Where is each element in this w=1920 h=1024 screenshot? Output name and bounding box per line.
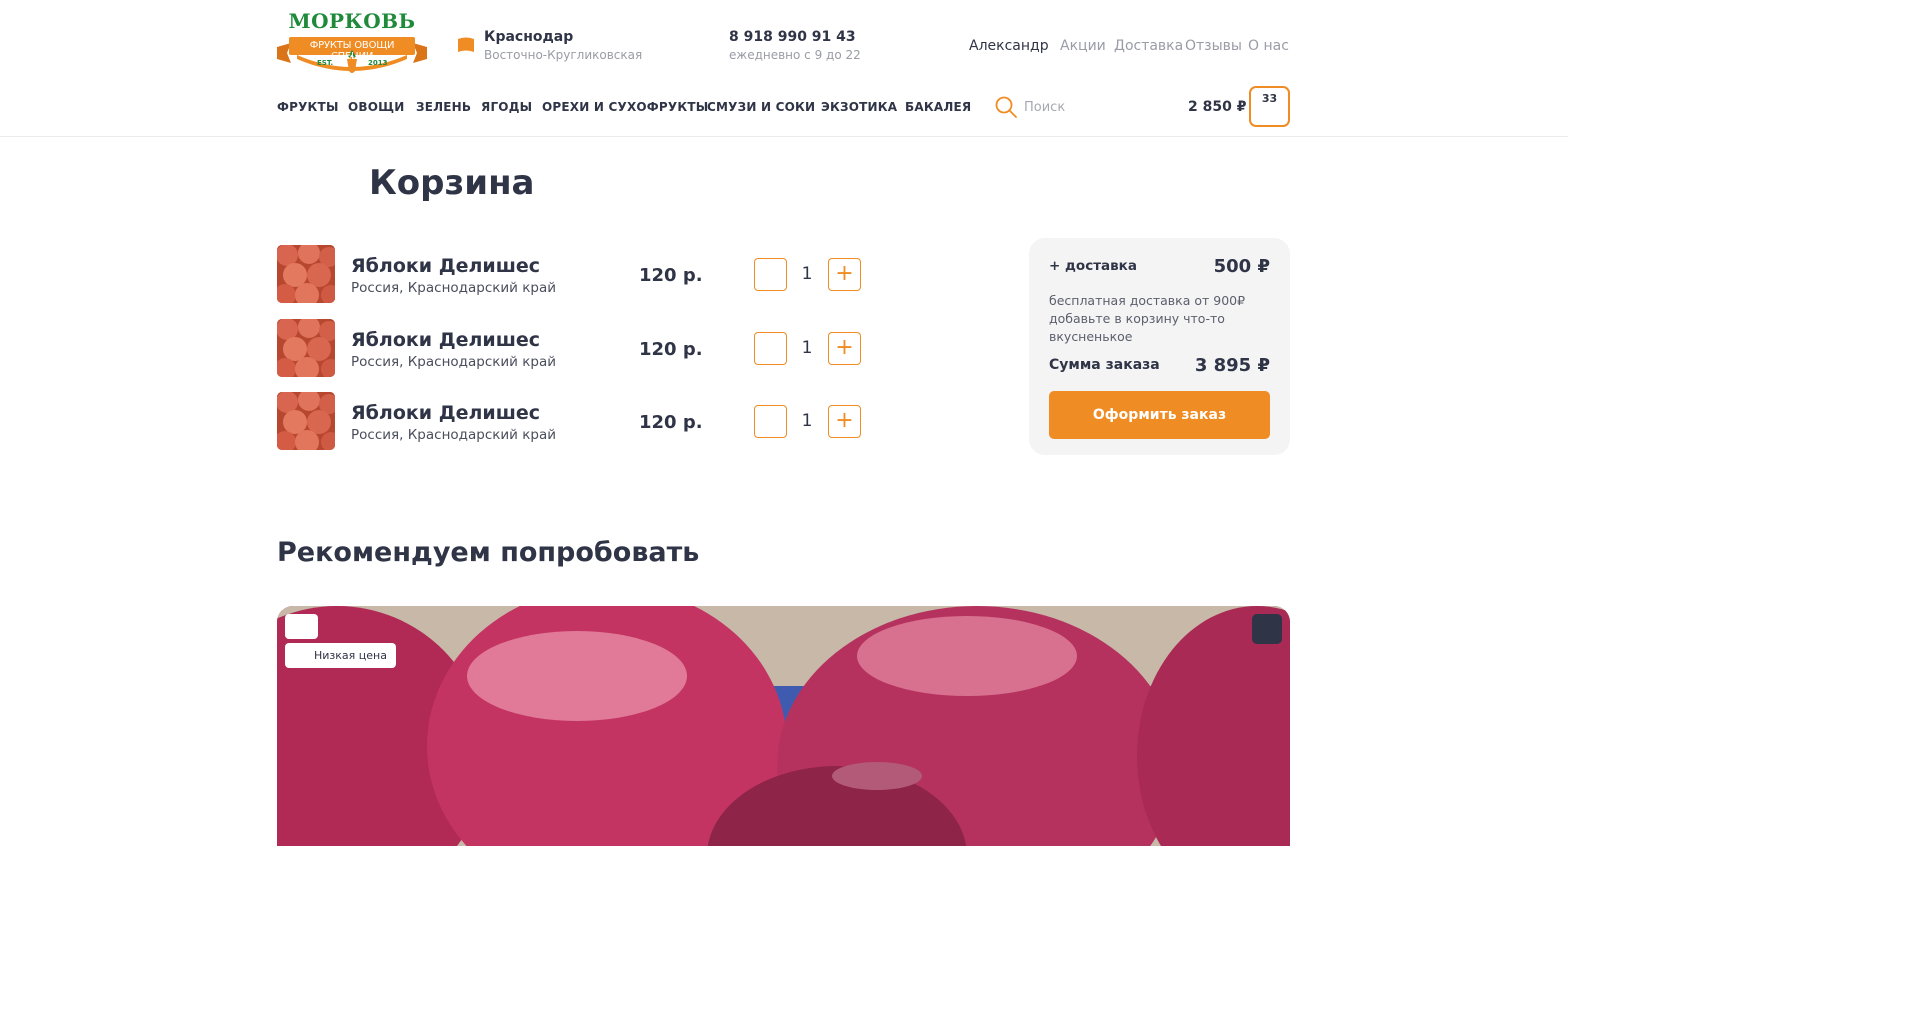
cart-total[interactable]: 2 850 ₽ xyxy=(1188,99,1246,115)
cart-button[interactable]: 33 xyxy=(1249,86,1290,127)
product-origin: Россия, Краснодарский край xyxy=(351,354,557,370)
nav-item-greens[interactable]: ЗЕЛЕНЬ xyxy=(416,100,471,114)
delivery-price: 500 ₽ xyxy=(1213,256,1270,277)
product-price: 120 р. xyxy=(639,265,703,286)
product-name[interactable]: Яблоки Делишес xyxy=(351,329,540,351)
product-photo xyxy=(277,606,1290,846)
nav-item-vegetables[interactable]: ОВОЩИ xyxy=(348,100,405,114)
quantity-value: 1 xyxy=(801,411,813,431)
product-tag-blank xyxy=(285,614,318,639)
logo-title: МОРКОВЬ xyxy=(288,9,416,33)
quantity-value: 1 xyxy=(801,264,813,284)
page-title: Корзина xyxy=(369,163,535,203)
city-name[interactable]: Краснодар xyxy=(484,29,573,45)
nav-item-fruits[interactable]: ФРУКТЫ xyxy=(277,100,339,114)
nav-item-nuts[interactable]: ОРЕХИ И СУХОФРУКТЫ xyxy=(542,100,708,114)
top-link-reviews[interactable]: Отзывы xyxy=(1185,38,1242,54)
logo-year: 2013 xyxy=(368,59,388,67)
product-origin: Россия, Краснодарский край xyxy=(351,280,557,296)
user-account-link[interactable]: Александр xyxy=(969,38,1049,54)
checkout-button[interactable]: Оформить заказ xyxy=(1049,391,1270,439)
product-image[interactable] xyxy=(277,319,335,377)
product-name[interactable]: Яблоки Делишес xyxy=(351,402,540,424)
product-price: 120 р. xyxy=(639,412,703,433)
nav-item-berries[interactable]: ЯГОДЫ xyxy=(481,100,532,114)
recommend-title: Рекомендуем попробовать xyxy=(277,537,700,568)
quantity-increase-button[interactable]: + xyxy=(828,258,861,291)
search-icon[interactable] xyxy=(994,95,1018,119)
delivery-label: + доставка xyxy=(1049,258,1137,274)
top-link-promotions[interactable]: Акции xyxy=(1060,38,1106,54)
quantity-increase-button[interactable]: + xyxy=(828,332,861,365)
cart-item: Яблоки Делишес Россия, Краснодарский кра… xyxy=(277,392,877,450)
product-price: 120 р. xyxy=(639,339,703,360)
favorite-button[interactable] xyxy=(1252,614,1282,644)
free-delivery-note: бесплатная доставка от 900₽ добавьте в к… xyxy=(1049,293,1246,344)
top-link-about[interactable]: О нас xyxy=(1248,38,1289,54)
city-area: Восточно-Кругликовская xyxy=(484,48,643,62)
nav-item-exotic[interactable]: ЭКЗОТИКА xyxy=(821,100,897,114)
site-header: МОРКОВЬ ФРУКТЫ ОВОЩИ СПЕЦИИ EST. 2013 Кр… xyxy=(0,0,1568,137)
order-summary: + доставка 500 ₽ бесплатная доставка от … xyxy=(1029,238,1290,455)
order-total-value: 3 895 ₽ xyxy=(1194,355,1270,376)
cart-count: 33 xyxy=(1261,92,1278,105)
quantity-increase-button[interactable]: + xyxy=(828,405,861,438)
nav-item-smoothies[interactable]: СМУЗИ И СОКИ xyxy=(707,100,815,114)
product-card[interactable]: Низкая цена xyxy=(277,606,1290,846)
location-icon xyxy=(458,37,474,52)
quantity-decrease-button[interactable] xyxy=(754,332,787,365)
logo-est: EST. xyxy=(317,59,334,67)
nav-item-grocery[interactable]: БАКАЛЕЯ xyxy=(905,100,971,114)
low-price-badge: Низкая цена xyxy=(285,643,396,668)
product-image[interactable] xyxy=(277,392,335,450)
quantity-decrease-button[interactable] xyxy=(754,405,787,438)
product-name[interactable]: Яблоки Делишес xyxy=(351,255,540,277)
quantity-decrease-button[interactable] xyxy=(754,258,787,291)
product-origin: Россия, Краснодарский край xyxy=(351,427,557,443)
search-input[interactable] xyxy=(1024,96,1164,118)
order-total-label: Сумма заказа xyxy=(1049,357,1160,373)
logo[interactable]: МОРКОВЬ ФРУКТЫ ОВОЩИ СПЕЦИИ EST. 2013 xyxy=(277,9,427,79)
working-hours: ежедневно с 9 до 22 xyxy=(729,48,861,62)
logo-ribbon-text: ФРУКТЫ ОВОЩИ СПЕЦИИ xyxy=(309,40,395,62)
phone-number[interactable]: 8 918 990 91 43 xyxy=(729,29,856,45)
top-link-delivery[interactable]: Доставка xyxy=(1114,38,1183,54)
product-image[interactable] xyxy=(277,245,335,303)
quantity-value: 1 xyxy=(801,338,813,358)
cart-item: Яблоки Делишес Россия, Краснодарский кра… xyxy=(277,319,877,377)
cart-item: Яблоки Делишес Россия, Краснодарский кра… xyxy=(277,245,877,303)
